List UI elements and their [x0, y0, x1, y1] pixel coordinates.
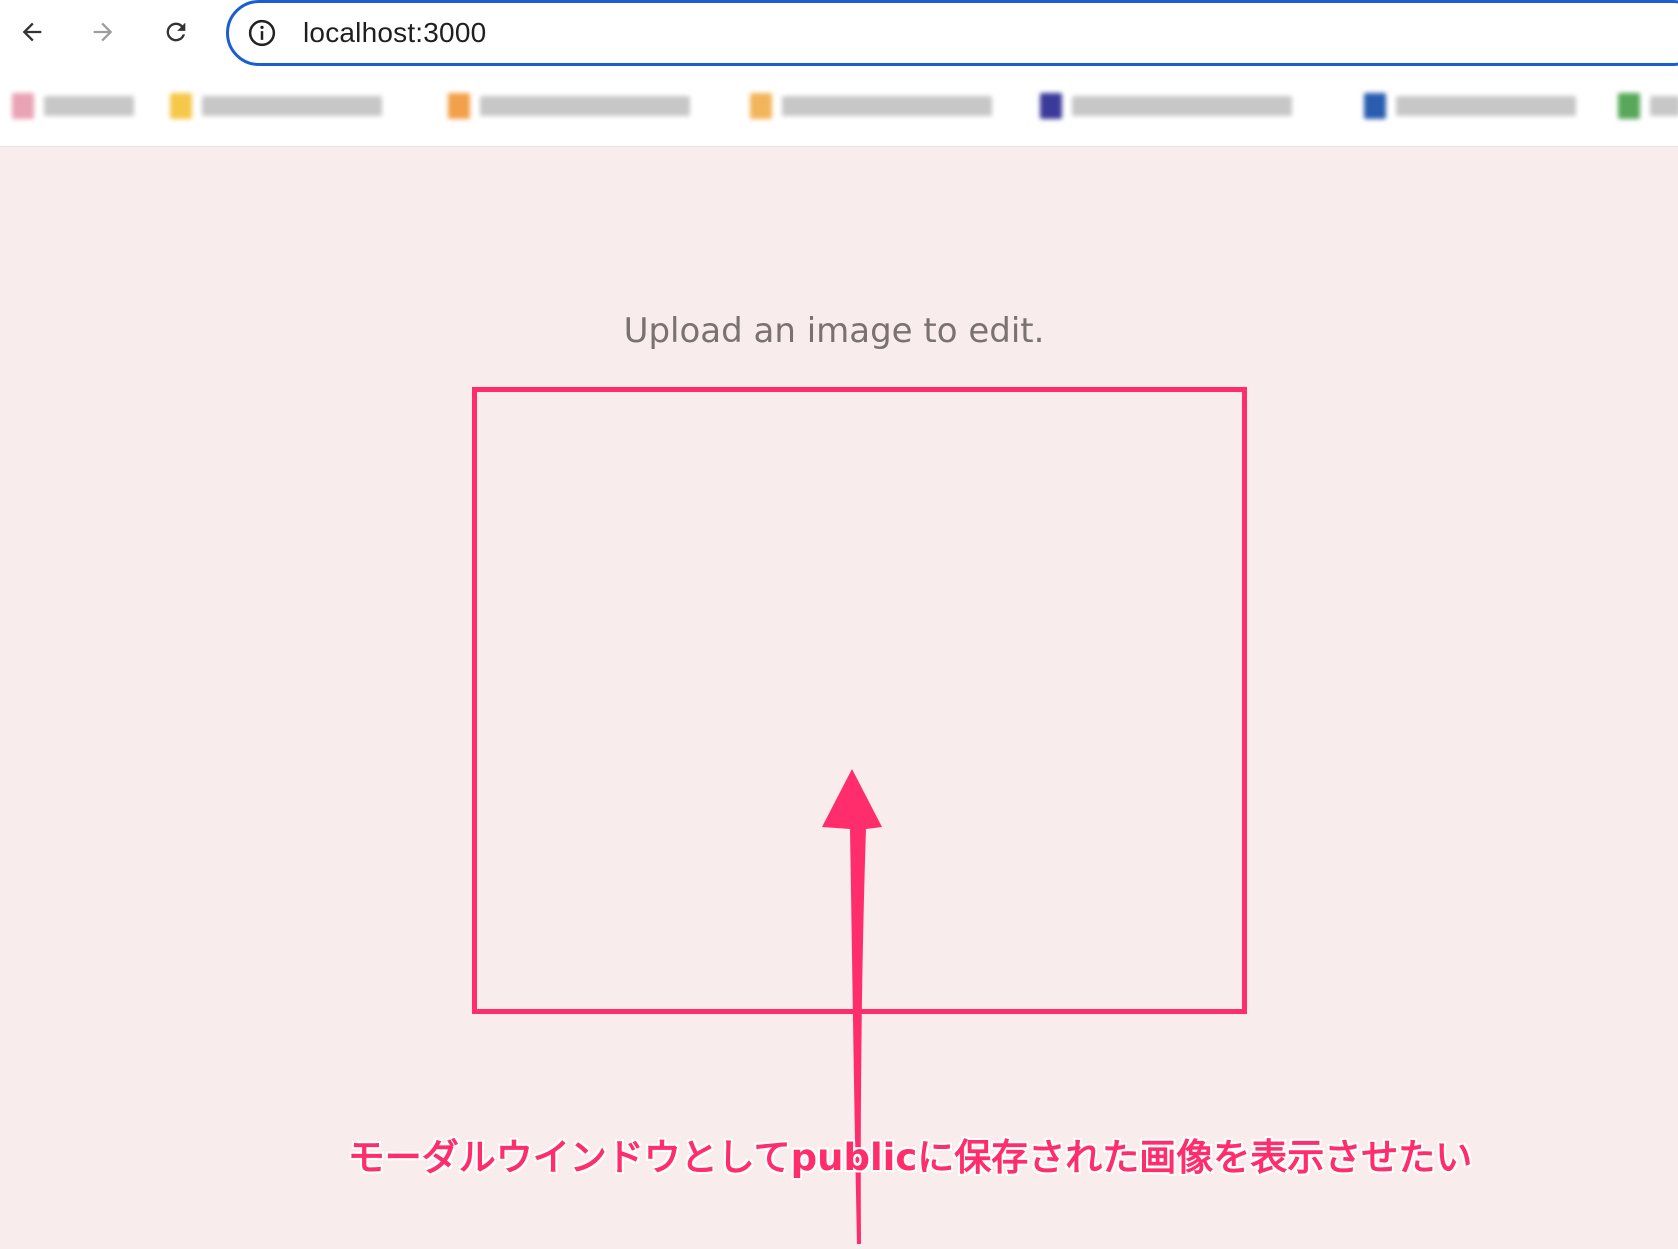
bookmark-favicon-icon [1040, 93, 1062, 119]
arrow-left-icon [22, 22, 42, 42]
bookmark-item[interactable] [170, 86, 382, 126]
info-icon[interactable] [247, 18, 277, 48]
bookmark-item[interactable] [1040, 86, 1292, 126]
bookmark-favicon-icon [750, 93, 772, 119]
bookmark-favicon-icon [1364, 93, 1386, 119]
page-content: Upload an image to edit. モーダルウインドウとしてpub… [0, 147, 1678, 1244]
bookmark-favicon-icon [170, 93, 192, 119]
upload-prompt: Upload an image to edit. [623, 311, 1045, 351]
bookmarks-bar [0, 80, 1678, 134]
browser-toolbar: localhost:3000 [0, 0, 1678, 66]
bookmark-item[interactable] [750, 86, 992, 126]
reload-button[interactable] [156, 12, 196, 52]
address-bar-url[interactable]: localhost:3000 [303, 17, 486, 49]
arrow-right-icon [93, 22, 113, 42]
bookmark-favicon-icon [12, 93, 34, 119]
browser-chrome: localhost:3000 [0, 0, 1678, 147]
bookmark-item[interactable] [1364, 86, 1576, 126]
annotation-text: モーダルウインドウとしてpublicに保存された画像を表示させたい [347, 1136, 1473, 1179]
bookmark-item[interactable] [12, 86, 134, 126]
bookmark-item[interactable] [448, 86, 690, 126]
reload-icon [166, 22, 186, 42]
bookmark-favicon-icon [1618, 93, 1640, 119]
bookmark-favicon-icon [448, 93, 470, 119]
bookmark-item[interactable] [1618, 86, 1678, 126]
forward-button[interactable] [83, 12, 123, 52]
back-button[interactable] [12, 12, 52, 52]
address-bar[interactable]: localhost:3000 [226, 0, 1678, 66]
